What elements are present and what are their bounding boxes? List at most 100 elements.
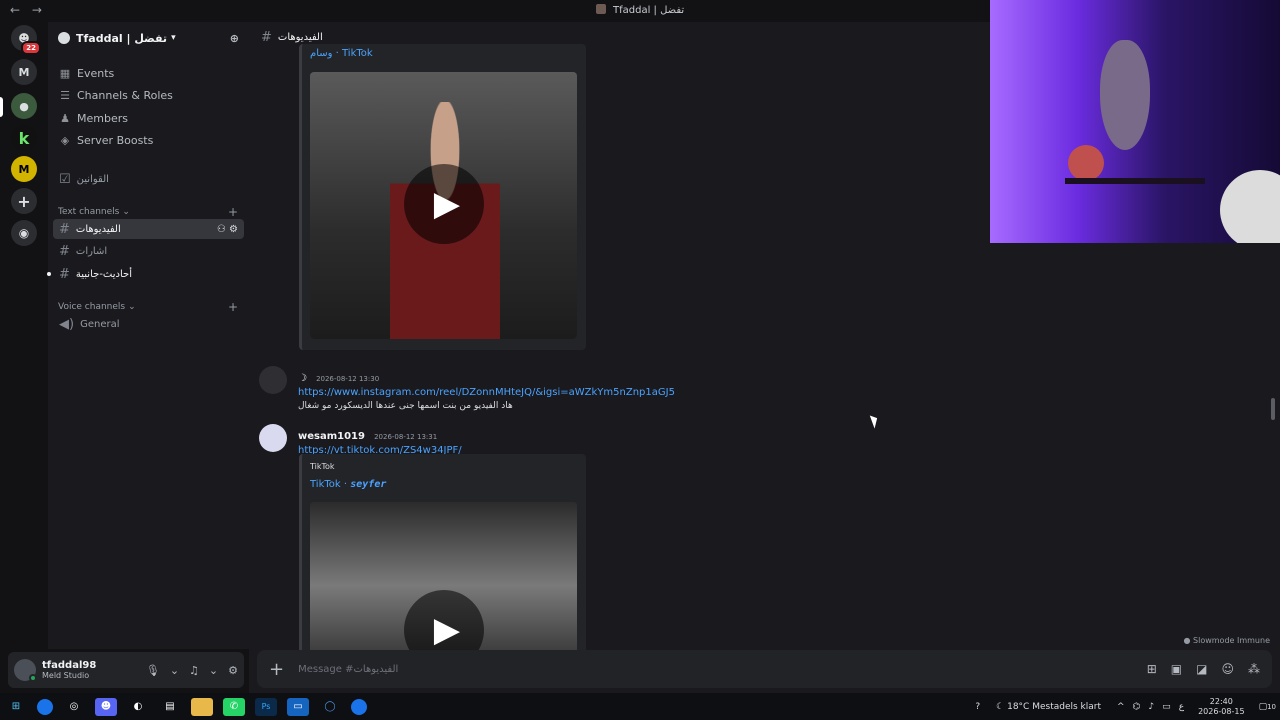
user-activity: Meld Studio <box>42 671 90 680</box>
chevron-down-icon: ⌄ <box>128 302 136 312</box>
channel-tools: ⚇ ⚙ <box>217 224 238 235</box>
speaker-icon: ◀) <box>59 316 75 332</box>
network-icon[interactable]: ⌬ <box>1133 702 1141 712</box>
video-thumbnail[interactable]: ▶ <box>310 72 577 339</box>
obs-icon[interactable]: ◎ <box>63 698 85 716</box>
message-text: هاد الفيديو من بنت اسمها جنى عندها الديس… <box>298 401 513 411</box>
nav-channels-roles[interactable]: ☰ Channels & Roles <box>58 85 173 105</box>
server-name: Tfaddal | تفضل <box>76 31 168 45</box>
capture-icon[interactable]: ▤ <box>159 698 181 716</box>
notification-icon[interactable]: ▢10 <box>1259 702 1276 712</box>
server-avatar-icon: ● <box>19 99 29 113</box>
chrome-icon[interactable] <box>37 698 53 715</box>
chevron-up-icon[interactable]: ^ <box>1117 702 1125 712</box>
hash-icon: # <box>59 221 70 237</box>
discover-icon[interactable]: ◉ <box>11 220 37 246</box>
chevron-down-icon[interactable]: ⌄ <box>170 664 179 677</box>
mention-badge: 22 <box>21 41 41 55</box>
add-member-icon[interactable]: ⚇ <box>217 224 226 235</box>
boost-icon: ◈ <box>60 133 70 147</box>
embed-provider: TikTok <box>310 462 335 471</box>
nav-members[interactable]: ♟ Members <box>58 108 128 128</box>
meld-studio-icon[interactable]: ▭ <box>287 697 309 716</box>
server-yellow-button[interactable]: M <box>11 156 37 182</box>
photoshop-icon[interactable]: Ps <box>255 697 277 716</box>
avatar[interactable] <box>259 424 287 452</box>
server-k-button[interactable]: k <box>11 125 37 151</box>
user-info[interactable]: tfaddal98 Meld Studio <box>42 660 96 680</box>
video-embed: وسام · TikTok ▶ <box>299 44 586 350</box>
message-timestamp: 2026-08-12 13:31 <box>374 433 438 441</box>
composer-tools: ⊞ ▣ ◪ ☺ ⁂ <box>1147 662 1260 676</box>
help-icon[interactable]: ? <box>975 702 980 712</box>
discord-app-icon[interactable]: ☻ <box>95 697 117 716</box>
capcut-icon[interactable]: ◐ <box>127 698 149 716</box>
play-icon[interactable]: ▶ <box>404 164 484 244</box>
voice-channel-general[interactable]: ◀) General <box>53 314 244 334</box>
hash-icon: # <box>261 29 272 45</box>
channel-side-chat[interactable]: # أحاديث-جانبية <box>47 264 244 284</box>
settings-gear-icon[interactable]: ⚙ <box>228 664 238 677</box>
apps-icon[interactable]: ⁂ <box>1248 662 1260 676</box>
file-explorer-icon[interactable] <box>191 697 213 716</box>
username: tfaddal98 <box>42 660 97 671</box>
language-indicator[interactable]: ع <box>1179 702 1184 712</box>
battery-icon[interactable]: ▭ <box>1162 702 1171 712</box>
list-icon: ☰ <box>60 88 70 102</box>
emoji-icon[interactable]: ☺ <box>1221 662 1234 676</box>
server-header[interactable]: Tfaddal | تفضل ▾ ⊕ <box>48 22 249 54</box>
headphones-icon[interactable]: ♫ <box>189 664 199 677</box>
channel-rules[interactable]: ☑ القوانين <box>53 169 244 189</box>
weather-desc: Mestadels klart <box>1032 701 1102 712</box>
create-channel-icon[interactable]: + <box>228 205 238 219</box>
message-link[interactable]: https://www.instagram.com/reel/DZonnMHte… <box>298 387 675 398</box>
chevron-down-icon: ⌄ <box>122 207 130 217</box>
message-author[interactable]: ☽ <box>298 373 307 384</box>
create-voice-channel-icon[interactable]: + <box>228 300 238 314</box>
windows-start-icon[interactable]: ⊞ <box>5 698 27 716</box>
online-status-icon <box>29 674 37 682</box>
speaker-icon[interactable]: ♪ <box>1148 702 1154 712</box>
category-text-channels[interactable]: Text channels ⌄ + <box>58 205 238 219</box>
channel-side-chat-label: أحاديث-جانبية <box>75 268 132 280</box>
embed-title[interactable]: TikTok · seyfer <box>310 479 386 490</box>
clock[interactable]: 22:40 2026-08-15 <box>1198 697 1245 717</box>
video-thumbnail[interactable]: ▶ <box>310 502 577 654</box>
message-body: ☽ 2026-08-12 13:30 https://www.instagram… <box>298 366 675 411</box>
browser-icon[interactable]: ◯ <box>319 698 341 716</box>
channel-videos-label: الفيديوهات <box>75 223 121 235</box>
whatsapp-icon[interactable]: ✆ <box>223 697 245 716</box>
add-server-icon[interactable]: + <box>11 188 37 214</box>
microphone-icon[interactable]: 🎙︎ <box>146 664 160 677</box>
attach-plus-icon[interactable]: + <box>269 659 284 680</box>
scrollbar[interactable] <box>1271 398 1275 420</box>
chrome-alt-icon[interactable] <box>351 698 367 715</box>
nav-events[interactable]: ▦ Events <box>58 63 114 83</box>
server-m-button[interactable]: M <box>11 59 37 85</box>
direct-messages-button[interactable]: ☻ 22 <box>11 25 41 55</box>
message-timestamp: 2026-08-12 13:30 <box>316 375 380 383</box>
message-author[interactable]: wesam1019 <box>298 431 365 442</box>
invite-people-icon[interactable]: ⊕ <box>230 32 239 45</box>
user-panel: tfaddal98 Meld Studio 🎙︎ ⌄ ♫ ⌄ ⚙ <box>8 652 244 688</box>
taskbar: ⊞ ◎ ☻ ◐ ▤ ✆ Ps ▭ ◯ ? ☾ 18°C Mestadels kl… <box>0 693 1280 720</box>
chevron-down-icon[interactable]: ⌄ <box>209 664 218 677</box>
message-input[interactable] <box>298 663 1147 675</box>
category-voice-label: Voice channels <box>58 302 126 312</box>
server-tfaddal-button[interactable]: ● <box>11 93 37 119</box>
sticker-icon[interactable]: ◪ <box>1196 662 1207 676</box>
channel-header-name: الفيديوهات <box>277 31 323 43</box>
video-embed: TikTok TikTok · seyfer ▶ <box>299 454 586 654</box>
weather-widget[interactable]: ☾ 18°C Mestadels klart <box>996 702 1101 712</box>
gif-icon[interactable]: ▣ <box>1171 662 1182 676</box>
embed-title[interactable]: وسام · TikTok <box>310 48 373 59</box>
server-guild-icon <box>58 32 70 44</box>
avatar[interactable] <box>259 366 287 394</box>
category-voice-channels[interactable]: Voice channels ⌄ + <box>58 300 238 314</box>
channel-videos[interactable]: # الفيديوهات ⚇ ⚙ <box>53 219 244 239</box>
nav-server-boosts[interactable]: ◈ Server Boosts <box>58 130 154 150</box>
gift-icon[interactable]: ⊞ <box>1147 662 1157 676</box>
avatar[interactable] <box>14 659 37 682</box>
gear-icon[interactable]: ⚙ <box>229 224 238 235</box>
channel-signals[interactable]: # اشارات <box>53 241 244 261</box>
